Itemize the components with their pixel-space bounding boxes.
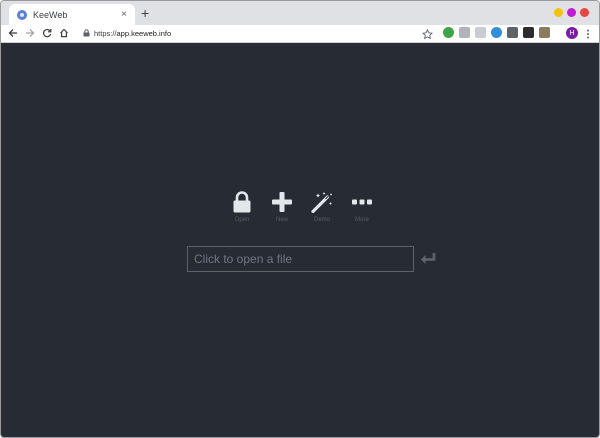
profile-avatar[interactable]: H <box>566 27 578 39</box>
tab-keeweb[interactable]: KeeWeb × <box>9 4 135 25</box>
plus-icon <box>272 192 292 212</box>
browser-window: KeeWeb × + https://app.keeweb.info H Ope… <box>0 0 600 438</box>
keeweb-favicon-icon <box>17 9 27 20</box>
open-file-input[interactable] <box>187 246 414 272</box>
card-ext-icon[interactable] <box>539 27 550 38</box>
address-bar[interactable]: https://app.keeweb.info <box>79 26 435 40</box>
extension-icons <box>443 27 550 38</box>
shield-ext-icon[interactable] <box>507 27 518 38</box>
green-circle-ext-icon[interactable] <box>443 27 454 38</box>
tab-strip: KeeWeb × + <box>1 1 599 25</box>
window-dot-red[interactable] <box>580 8 589 17</box>
open-button[interactable]: Open <box>223 191 261 223</box>
open-actions: Open New Demo More <box>223 191 383 223</box>
monitor-ext-icon[interactable] <box>475 27 486 38</box>
new-tab-button[interactable]: + <box>141 5 149 21</box>
secure-lock-icon <box>83 29 90 37</box>
window-dot-magenta[interactable] <box>567 8 576 17</box>
tab-close-icon[interactable]: × <box>119 9 129 20</box>
window-controls <box>554 8 589 17</box>
gray-ext-icon[interactable] <box>459 27 470 38</box>
home-icon[interactable] <box>58 27 70 39</box>
open-label: Open <box>234 217 250 223</box>
browser-toolbar: https://app.keeweb.info H <box>1 25 599 43</box>
url-scheme: https:// <box>94 28 117 38</box>
demo-button[interactable]: Demo <box>303 191 341 223</box>
colorwheel-ext-icon[interactable] <box>491 27 502 38</box>
new-button[interactable]: New <box>263 191 301 223</box>
url-host: app.keeweb.info <box>116 28 172 38</box>
evernote-ext-icon[interactable] <box>523 27 534 38</box>
enter-icon[interactable] <box>420 252 436 265</box>
demo-label: Demo <box>313 217 330 223</box>
back-arrow-icon[interactable] <box>7 27 19 39</box>
bookmark-star-icon[interactable] <box>421 27 434 40</box>
lock-icon <box>233 191 251 213</box>
keeweb-app: Open New Demo More Click to open a file <box>1 43 599 437</box>
more-label: More <box>355 217 369 223</box>
address-url: https://app.keeweb.info <box>94 29 171 38</box>
more-button[interactable]: More <box>343 191 381 223</box>
magic-wand-icon <box>311 192 332 213</box>
reload-icon[interactable] <box>41 27 53 39</box>
new-label: New <box>275 217 288 223</box>
browser-menu-icon[interactable] <box>585 27 591 39</box>
tab-title: KeeWeb <box>33 9 68 20</box>
more-icon <box>352 199 372 205</box>
window-dot-yellow[interactable] <box>554 8 563 17</box>
forward-arrow-icon[interactable] <box>24 27 36 39</box>
